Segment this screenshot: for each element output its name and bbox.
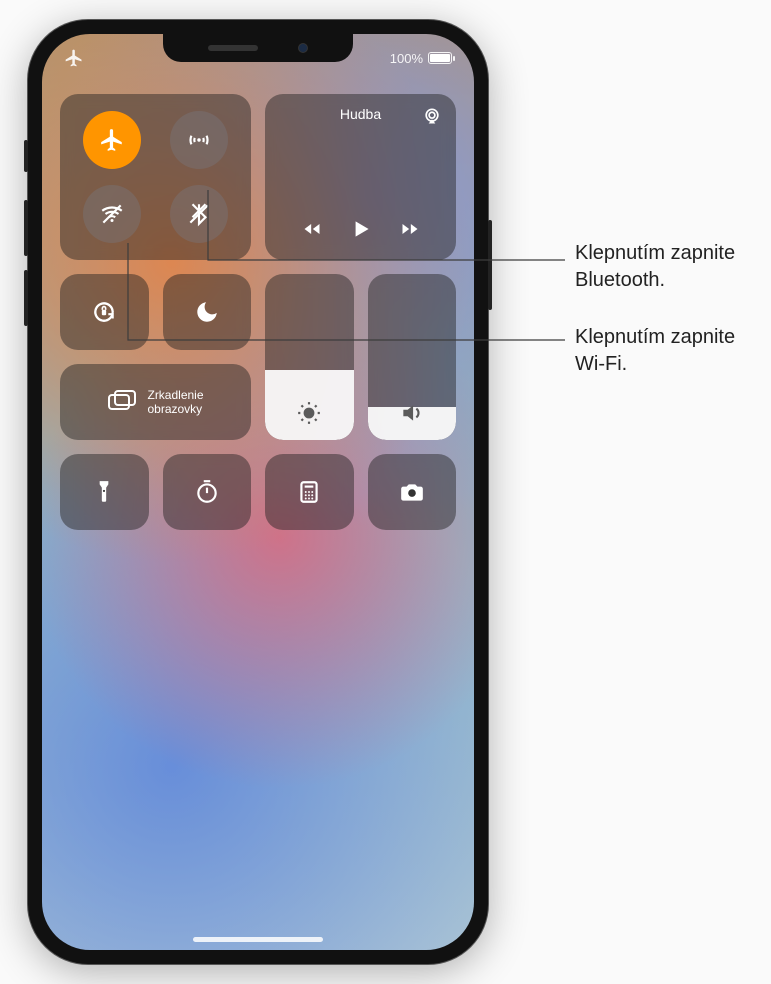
airplane-status-icon <box>64 48 84 68</box>
callout-bluetooth: Klepnutím zapnite Bluetooth. <box>575 240 765 294</box>
leader-lines <box>0 0 771 984</box>
callout-wifi: Klepnutím zapnite Wi-Fi. <box>575 324 765 378</box>
battery-icon <box>428 52 452 64</box>
notch <box>163 34 353 62</box>
battery-percent: 100% <box>390 51 423 66</box>
